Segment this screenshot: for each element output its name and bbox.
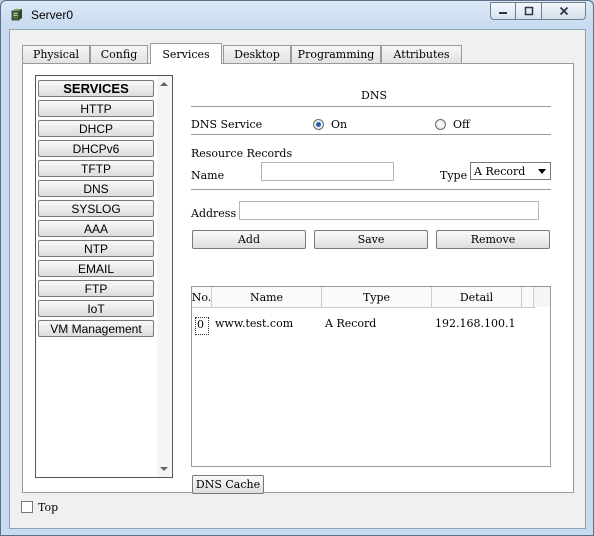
service-item-vm-management[interactable]: VM Management: [38, 320, 154, 337]
top-checkbox[interactable]: [21, 501, 33, 513]
minimize-button[interactable]: [490, 2, 516, 20]
maximize-button[interactable]: [516, 2, 542, 20]
column-header-type[interactable]: Type: [322, 287, 432, 307]
window-client-area: Physical Config Services Desktop Program…: [9, 29, 586, 529]
dns-service-on-radio[interactable]: [313, 119, 324, 130]
tab-desktop[interactable]: Desktop: [223, 45, 291, 63]
services-list-items: SERVICES HTTP DHCP DHCPv6 TFTP DNS SYSLO…: [36, 76, 158, 477]
dns-service-off-radio[interactable]: [435, 119, 446, 130]
service-item-ftp[interactable]: FTP: [38, 280, 154, 297]
tab-programming[interactable]: Programming: [291, 45, 381, 63]
services-scrollbar[interactable]: [157, 76, 172, 477]
services-header: SERVICES: [38, 80, 154, 97]
server-window: Server0 Physical Config Services Desktop…: [0, 0, 594, 536]
scroll-up-arrow-icon[interactable]: [160, 82, 168, 86]
close-button[interactable]: [542, 2, 586, 20]
minimize-icon: [499, 12, 507, 14]
record-type-select[interactable]: A Record: [470, 162, 551, 180]
divider: [191, 134, 551, 135]
record-type-value: A Record: [474, 165, 526, 178]
dns-cache-button[interactable]: DNS Cache: [192, 475, 264, 494]
table-cell-type[interactable]: A Record: [325, 317, 376, 330]
resource-records-label: Resource Records: [191, 147, 293, 160]
services-list: SERVICES HTTP DHCP DHCPv6 TFTP DNS SYSLO…: [35, 75, 173, 478]
tab-config[interactable]: Config: [90, 45, 148, 63]
service-item-tftp[interactable]: TFTP: [38, 160, 154, 177]
column-header-name[interactable]: Name: [212, 287, 322, 307]
table-header: No. Name Type Detail: [192, 287, 535, 308]
dns-service-on-label: On: [331, 118, 348, 131]
close-icon: [559, 6, 568, 16]
server-app-icon: [11, 9, 22, 21]
service-item-http[interactable]: HTTP: [38, 100, 154, 117]
top-checkbox-label: Top: [38, 501, 59, 514]
record-name-label: Name: [191, 169, 225, 182]
column-header-no[interactable]: No.: [192, 287, 212, 307]
window-title: Server0: [31, 8, 74, 22]
dns-records-table: No. Name Type Detail 0 www.test.com A Re…: [191, 286, 551, 467]
service-item-email[interactable]: EMAIL: [38, 260, 154, 277]
table-cell-name[interactable]: www.test.com: [215, 317, 293, 330]
divider: [191, 189, 551, 190]
add-record-button[interactable]: Add: [192, 230, 306, 249]
window-controls: [490, 2, 586, 20]
dns-section-title: DNS: [361, 89, 387, 102]
address-label: Address: [191, 207, 237, 220]
column-header-detail[interactable]: Detail: [432, 287, 522, 307]
service-item-iot[interactable]: IoT: [38, 300, 154, 317]
tab-physical[interactable]: Physical: [22, 45, 90, 63]
maximize-icon: [524, 6, 533, 16]
table-scrollbar[interactable]: [533, 287, 550, 307]
address-input[interactable]: [239, 201, 539, 220]
service-item-aaa[interactable]: AAA: [38, 220, 154, 237]
service-item-ntp[interactable]: NTP: [38, 240, 154, 257]
service-item-dns[interactable]: DNS: [38, 180, 154, 197]
record-type-label: Type: [440, 169, 468, 182]
table-cell-detail[interactable]: 192.168.100.1: [435, 317, 515, 330]
divider: [191, 106, 551, 107]
remove-record-button[interactable]: Remove: [436, 230, 550, 249]
tab-services[interactable]: Services: [150, 43, 222, 64]
tab-attributes[interactable]: Attributes: [381, 45, 462, 63]
scroll-down-arrow-icon[interactable]: [160, 467, 168, 471]
service-item-syslog[interactable]: SYSLOG: [38, 200, 154, 217]
service-item-dhcp[interactable]: DHCP: [38, 120, 154, 137]
services-panel: SERVICES HTTP DHCP DHCPv6 TFTP DNS SYSLO…: [22, 63, 574, 494]
table-cell-no[interactable]: 0: [195, 317, 209, 335]
dns-service-label: DNS Service: [191, 118, 263, 131]
record-name-input[interactable]: [261, 162, 394, 181]
service-item-dhcpv6[interactable]: DHCPv6: [38, 140, 154, 157]
dns-service-off-label: Off: [453, 118, 470, 131]
chevron-down-icon: [538, 169, 546, 174]
save-record-button[interactable]: Save: [314, 230, 428, 249]
dns-form: DNS DNS Service On Off Resource Records …: [191, 64, 561, 494]
